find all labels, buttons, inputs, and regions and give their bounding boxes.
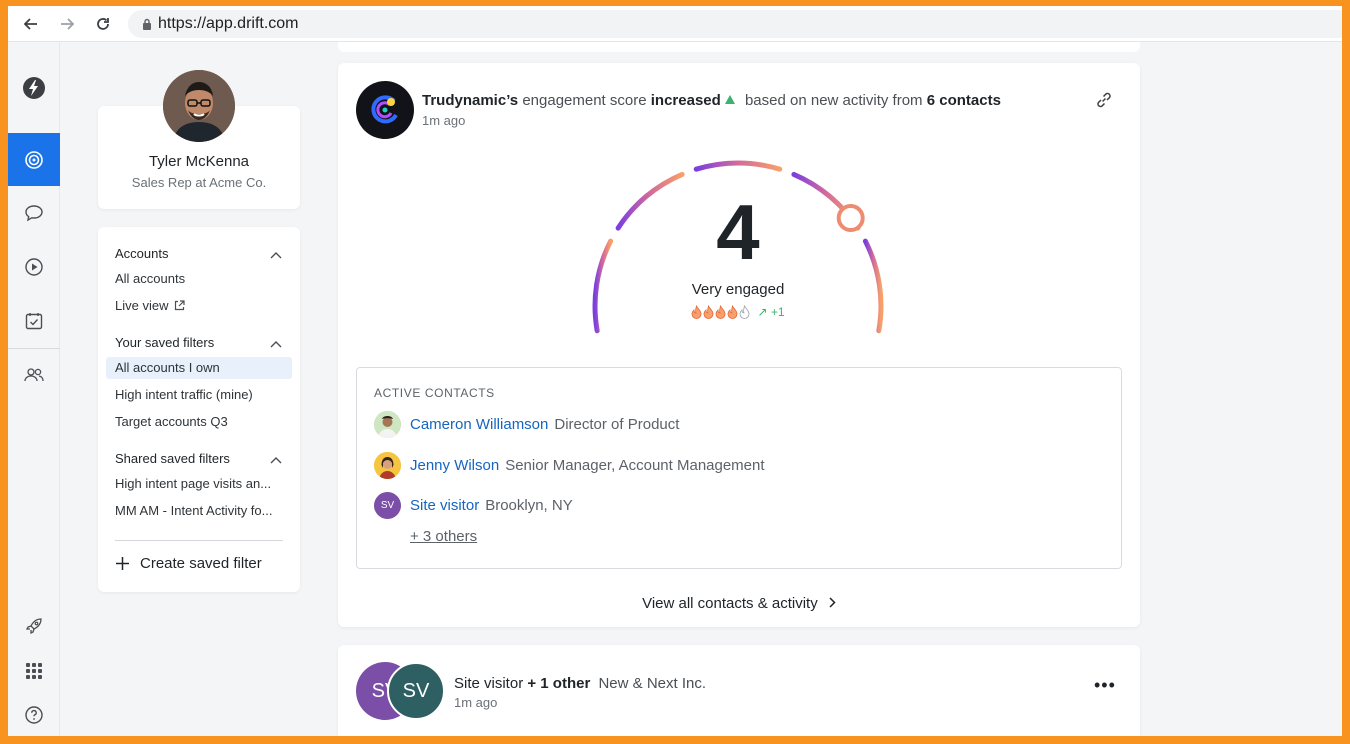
filter-live-view[interactable]: Live view [115, 298, 186, 313]
chevron-up-icon[interactable] [270, 251, 282, 259]
contact-avatar [374, 451, 401, 479]
contacts-count: 6 contacts [926, 92, 1001, 109]
rocket-icon[interactable] [8, 606, 60, 646]
filters-divider [115, 540, 283, 541]
visitor-name[interactable]: Site visitor [454, 675, 523, 692]
visitor-activity-card: SV SV Site visitor + 1 other New & Next … [338, 645, 1140, 736]
nav-divider [8, 348, 60, 349]
visitor-plus-other[interactable]: + 1 other [527, 675, 590, 692]
contacts-icon[interactable] [8, 355, 60, 395]
chevron-right-icon [829, 597, 836, 608]
filter-target-accounts-q3[interactable]: Target accounts Q3 [115, 414, 228, 429]
help-icon[interactable] [8, 695, 60, 735]
saved-filters-heading: Your saved filters [115, 335, 215, 350]
flame-icon [716, 305, 726, 319]
company-logo [356, 81, 414, 139]
profile-avatar [163, 70, 235, 142]
contact-name[interactable]: Site visitor [410, 497, 479, 514]
gauge-segment-3 [693, 160, 783, 172]
filter-mm-am-intent-activity[interactable]: MM AM - Intent Activity fo... [115, 503, 273, 518]
profile-name: Tyler McKenna [148, 153, 250, 170]
visitor-avatar: SV [387, 662, 445, 720]
contact-row: Jenny Wilson Senior Manager, Account Man… [374, 451, 765, 479]
filter-all-accounts[interactable]: All accounts [115, 271, 185, 286]
reload-icon[interactable] [90, 11, 116, 37]
chevron-up-icon[interactable] [270, 456, 282, 464]
headline-text-1: engagement score [522, 92, 647, 109]
gauge-segment-5 [862, 238, 884, 334]
flame-icon [728, 305, 738, 319]
show-others-link[interactable]: + 3 others [410, 528, 477, 545]
accounts-heading: Accounts [115, 246, 169, 261]
contact-row: Cameron Williamson Director of Product [374, 410, 679, 438]
browser-toolbar: https://app.drift.com [8, 6, 1342, 42]
engagement-time: 1m ago [422, 113, 466, 128]
contact-row: SV Site visitor Brooklyn, NY [374, 491, 573, 519]
contact-role: Senior Manager, Account Management [505, 456, 765, 474]
drift-logo-icon[interactable] [8, 68, 60, 108]
lock-icon [143, 18, 151, 30]
triangle-up-icon [724, 95, 735, 104]
create-saved-filter-label: Create saved filter [140, 555, 262, 572]
view-all-contacts-link[interactable]: View all contacts & activity [338, 595, 1140, 612]
engagement-score: 4 [716, 188, 760, 276]
create-saved-filter-button[interactable]: Create saved filter [115, 555, 262, 572]
apps-grid-icon[interactable] [8, 651, 60, 691]
calendar-check-icon[interactable] [8, 301, 60, 341]
contact-avatar [374, 410, 401, 438]
gauge-level-marker [836, 204, 865, 232]
shared-filters-heading: Shared saved filters [115, 451, 230, 466]
filters-panel: Accounts All accounts Live view Your sav… [98, 227, 300, 592]
engagement-trend: ↗ +1 [757, 305, 785, 319]
engagement-headline: Trudynamic’s engagement score increased … [422, 92, 1001, 109]
external-link-icon [175, 300, 186, 311]
left-navigation [8, 43, 60, 736]
headline-text-2: based on new activity from [744, 92, 923, 109]
back-arrow-icon[interactable] [18, 11, 44, 37]
video-play-icon[interactable] [8, 247, 60, 287]
flame-icon [704, 305, 714, 319]
address-bar[interactable]: https://app.drift.com [128, 10, 1342, 38]
contact-avatar: SV [374, 491, 401, 519]
app-window: https://app.drift.com Tyler McKenna Sale… [8, 6, 1342, 736]
contact-role: Brooklyn, NY [485, 496, 573, 514]
more-options-icon[interactable]: ••• [1094, 675, 1116, 696]
live-view-label: Live view [115, 298, 169, 313]
filter-high-intent-page-visits[interactable]: High intent page visits an... [115, 476, 271, 491]
previous-card-edge [338, 42, 1140, 52]
chevron-up-icon[interactable] [270, 340, 282, 348]
engagement-label: Very engaged [691, 281, 785, 298]
visitor-company[interactable]: New & Next Inc. [598, 675, 706, 692]
flame-outline-icon [740, 305, 750, 319]
visitor-headline: Site visitor + 1 other New & Next Inc. [454, 675, 706, 692]
accounts-target-icon[interactable] [8, 133, 60, 186]
contact-name[interactable]: Jenny Wilson [410, 457, 499, 474]
url-text: https://app.drift.com [158, 15, 299, 32]
forward-arrow-icon[interactable] [54, 11, 80, 37]
flame-icon [692, 305, 702, 319]
company-name[interactable]: Trudynamic’s [422, 92, 518, 109]
engagement-flames: ↗ +1 [688, 305, 788, 319]
engagement-status: increased [650, 92, 721, 109]
plus-icon [116, 557, 129, 570]
view-all-label: View all contacts & activity [642, 595, 818, 612]
engagement-card: Trudynamic’s engagement score increased … [338, 63, 1140, 627]
active-contacts-title: ACTIVE CONTACTS [374, 386, 495, 400]
active-contacts-box: ACTIVE CONTACTS Cameron Williamson Direc… [356, 367, 1122, 569]
chat-icon[interactable] [8, 193, 60, 233]
profile-role: Sales Rep at Acme Co. [131, 175, 267, 190]
link-icon[interactable] [1094, 90, 1114, 110]
contact-role: Director of Product [554, 415, 680, 433]
gauge-segment-1 [592, 238, 614, 334]
contact-name[interactable]: Cameron Williamson [410, 416, 548, 433]
visitor-time: 1m ago [454, 695, 498, 710]
filter-all-accounts-i-own[interactable]: All accounts I own [115, 360, 220, 375]
filter-high-intent-traffic[interactable]: High intent traffic (mine) [115, 387, 253, 402]
